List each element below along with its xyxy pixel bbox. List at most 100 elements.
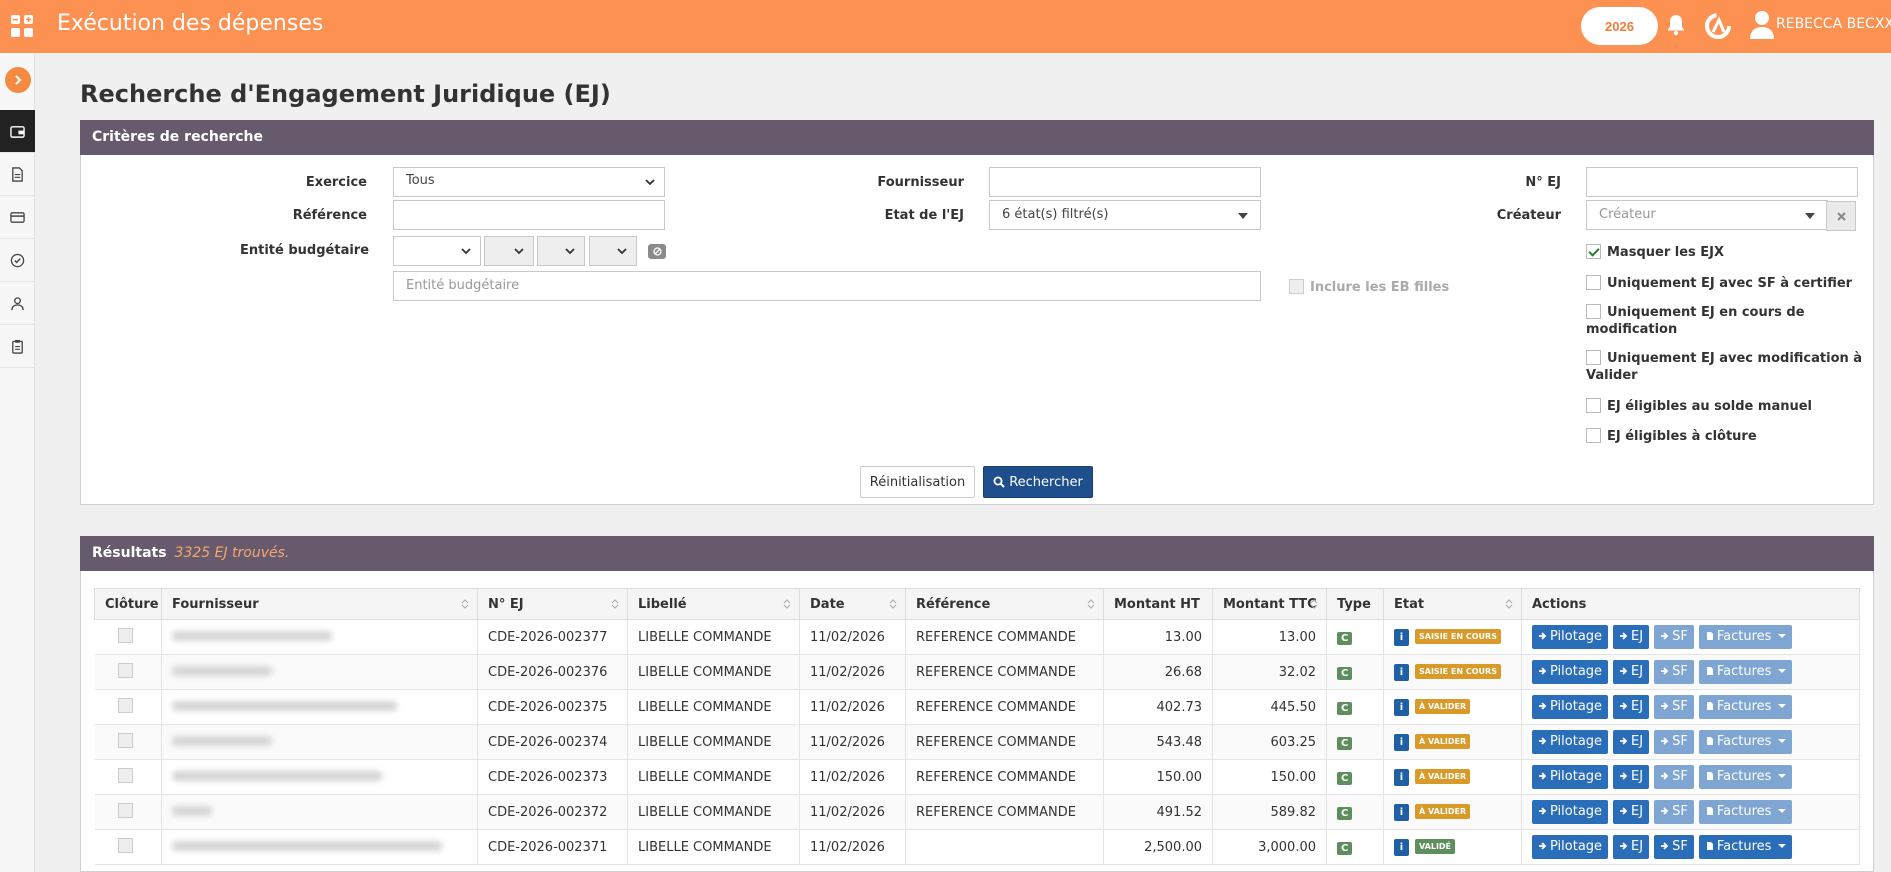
sidebar-item-wallet[interactable] xyxy=(0,110,35,153)
exercice-select[interactable]: Tous xyxy=(393,167,665,197)
col-date[interactable]: Date xyxy=(799,588,906,620)
pilotage-button[interactable]: Pilotage xyxy=(1532,835,1609,859)
table-row[interactable]: CDE-2026-002375 LIBELLE COMMANDE 11/02/202… xyxy=(94,689,1860,725)
cloture-checkbox[interactable] xyxy=(117,697,133,713)
col-num-ej[interactable]: N° EJ xyxy=(477,588,628,620)
entite-level3-select[interactable] xyxy=(537,236,585,266)
factures-dropdown-button[interactable]: Factures xyxy=(1698,765,1792,789)
apps-grid-icon[interactable] xyxy=(10,14,34,38)
ej-button[interactable]: EJ xyxy=(1613,835,1650,859)
col-fournisseur[interactable]: Fournisseur xyxy=(161,588,478,620)
user-avatar-icon[interactable] xyxy=(1748,8,1776,40)
cloture-checkbox[interactable] xyxy=(117,662,133,678)
info-icon[interactable]: i xyxy=(1394,803,1409,821)
ej-button[interactable]: EJ xyxy=(1613,730,1650,754)
num-ej-cell[interactable]: CDE-2026-002371 xyxy=(477,829,628,865)
year-selector-button[interactable]: 2026 xyxy=(1581,7,1658,45)
sf-button[interactable]: SF xyxy=(1654,800,1694,824)
num-ej-input[interactable] xyxy=(1586,167,1858,197)
checkbox-checked[interactable] xyxy=(1586,244,1601,259)
sidebar-item-validation[interactable] xyxy=(0,239,35,282)
cloture-checkbox[interactable] xyxy=(117,627,133,643)
num-ej-cell[interactable]: CDE-2026-002375 xyxy=(477,689,628,725)
entite-level1-select[interactable] xyxy=(393,236,481,266)
sf-button[interactable]: SF xyxy=(1654,765,1694,789)
col-montant-ttc[interactable]: Montant TTC xyxy=(1212,588,1327,620)
modification-a-valider-checkbox[interactable]: Uniquement EJ avec modification à Valide… xyxy=(1586,350,1866,384)
factures-dropdown-button[interactable]: Factures xyxy=(1698,835,1792,859)
user-name[interactable]: REBECCA BECXX xyxy=(1776,16,1891,32)
pilotage-button[interactable]: Pilotage xyxy=(1532,625,1609,649)
table-row[interactable]: CDE-2026-002377 LIBELLE COMMANDE 11/02/202… xyxy=(94,619,1860,655)
num-ej-cell[interactable]: CDE-2026-002376 xyxy=(477,654,628,690)
createur-select[interactable]: Créateur xyxy=(1586,200,1828,230)
ej-button[interactable]: EJ xyxy=(1613,660,1650,684)
checkbox[interactable] xyxy=(1586,304,1601,319)
eligibles-cloture-checkbox[interactable]: EJ éligibles à clôture xyxy=(1586,428,1866,445)
cloture-checkbox[interactable] xyxy=(117,802,133,818)
checkbox[interactable] xyxy=(1586,350,1601,365)
num-ej-cell[interactable]: CDE-2026-002377 xyxy=(477,619,628,655)
reference-input[interactable] xyxy=(393,200,665,230)
info-icon[interactable]: i xyxy=(1394,663,1409,681)
sidebar-expand-button[interactable] xyxy=(5,67,31,93)
pilotage-button[interactable]: Pilotage xyxy=(1532,660,1609,684)
inclure-eb-filles-checkbox[interactable]: Inclure les EB filles xyxy=(1289,279,1449,295)
info-icon[interactable]: i xyxy=(1394,733,1409,751)
solde-manuel-checkbox[interactable]: EJ éligibles au solde manuel xyxy=(1586,398,1866,415)
col-type[interactable]: Type xyxy=(1326,588,1384,620)
sidebar-item-user[interactable] xyxy=(0,282,35,325)
pilotage-button[interactable]: Pilotage xyxy=(1532,765,1609,789)
factures-dropdown-button[interactable]: Factures xyxy=(1698,660,1792,684)
num-ej-cell[interactable]: CDE-2026-002372 xyxy=(477,794,628,830)
sidebar-item-card[interactable] xyxy=(0,196,35,239)
sf-a-certifier-checkbox[interactable]: Uniquement EJ avec SF à certifier xyxy=(1586,275,1866,292)
bell-icon[interactable] xyxy=(1666,14,1686,36)
factures-dropdown-button[interactable]: Factures xyxy=(1698,625,1792,649)
info-icon[interactable]: i xyxy=(1394,628,1409,646)
fournisseur-input[interactable] xyxy=(989,167,1261,197)
table-row[interactable]: CDE-2026-002376 LIBELLE COMMANDE 11/02/202… xyxy=(94,654,1860,690)
etat-multiselect[interactable]: 6 état(s) filtré(s) xyxy=(989,200,1261,230)
reset-button[interactable]: Réinitialisation xyxy=(860,466,975,498)
reset-entite-button[interactable] xyxy=(648,244,666,259)
ej-button[interactable]: EJ xyxy=(1613,625,1650,649)
num-ej-cell[interactable]: CDE-2026-002373 xyxy=(477,759,628,795)
cloture-checkbox[interactable] xyxy=(117,767,133,783)
clear-createur-button[interactable] xyxy=(1826,201,1856,231)
table-row[interactable]: CDE-2026-002372 LIBELLE COMMANDE 11/02/202… xyxy=(94,794,1860,830)
masquer-ejx-checkbox[interactable]: Masquer les EJX xyxy=(1586,244,1866,261)
brand-logo-icon[interactable] xyxy=(1704,12,1732,40)
sf-button[interactable]: SF xyxy=(1654,660,1694,684)
ej-button[interactable]: EJ xyxy=(1613,765,1650,789)
sidebar-item-document[interactable] xyxy=(0,153,35,196)
info-icon[interactable]: i xyxy=(1394,838,1409,856)
sidebar-item-clipboard[interactable] xyxy=(0,325,35,368)
pilotage-button[interactable]: Pilotage xyxy=(1532,730,1609,754)
col-libelle[interactable]: Libellé xyxy=(627,588,800,620)
checkbox[interactable] xyxy=(1586,428,1601,443)
col-etat[interactable]: Etat xyxy=(1383,588,1522,620)
cloture-checkbox[interactable] xyxy=(117,837,133,853)
table-row[interactable]: CDE-2026-002371 LIBELLE COMMANDE 11/02/202… xyxy=(94,829,1860,865)
sf-button[interactable]: SF xyxy=(1654,730,1694,754)
en-cours-modification-checkbox[interactable]: Uniquement EJ en cours de modification xyxy=(1586,304,1866,338)
pilotage-button[interactable]: Pilotage xyxy=(1532,800,1609,824)
col-reference[interactable]: Référence xyxy=(905,588,1104,620)
ej-button[interactable]: EJ xyxy=(1613,695,1650,719)
info-icon[interactable]: i xyxy=(1394,698,1409,716)
sf-button[interactable]: SF xyxy=(1654,695,1694,719)
entite-level2-select[interactable] xyxy=(484,236,534,266)
factures-dropdown-button[interactable]: Factures xyxy=(1698,800,1792,824)
entite-search-input[interactable]: Entité budgétaire xyxy=(393,271,1261,301)
table-row[interactable]: CDE-2026-002373 LIBELLE COMMANDE 11/02/202… xyxy=(94,759,1860,795)
factures-dropdown-button[interactable]: Factures xyxy=(1698,730,1792,754)
cloture-checkbox[interactable] xyxy=(117,732,133,748)
checkbox[interactable] xyxy=(1289,279,1304,294)
entite-level4-select[interactable] xyxy=(589,236,637,266)
checkbox[interactable] xyxy=(1586,275,1601,290)
search-button[interactable]: Rechercher xyxy=(983,466,1093,498)
col-montant-ht[interactable]: Montant HT xyxy=(1103,588,1213,620)
info-icon[interactable]: i xyxy=(1394,768,1409,786)
factures-dropdown-button[interactable]: Factures xyxy=(1698,695,1792,719)
